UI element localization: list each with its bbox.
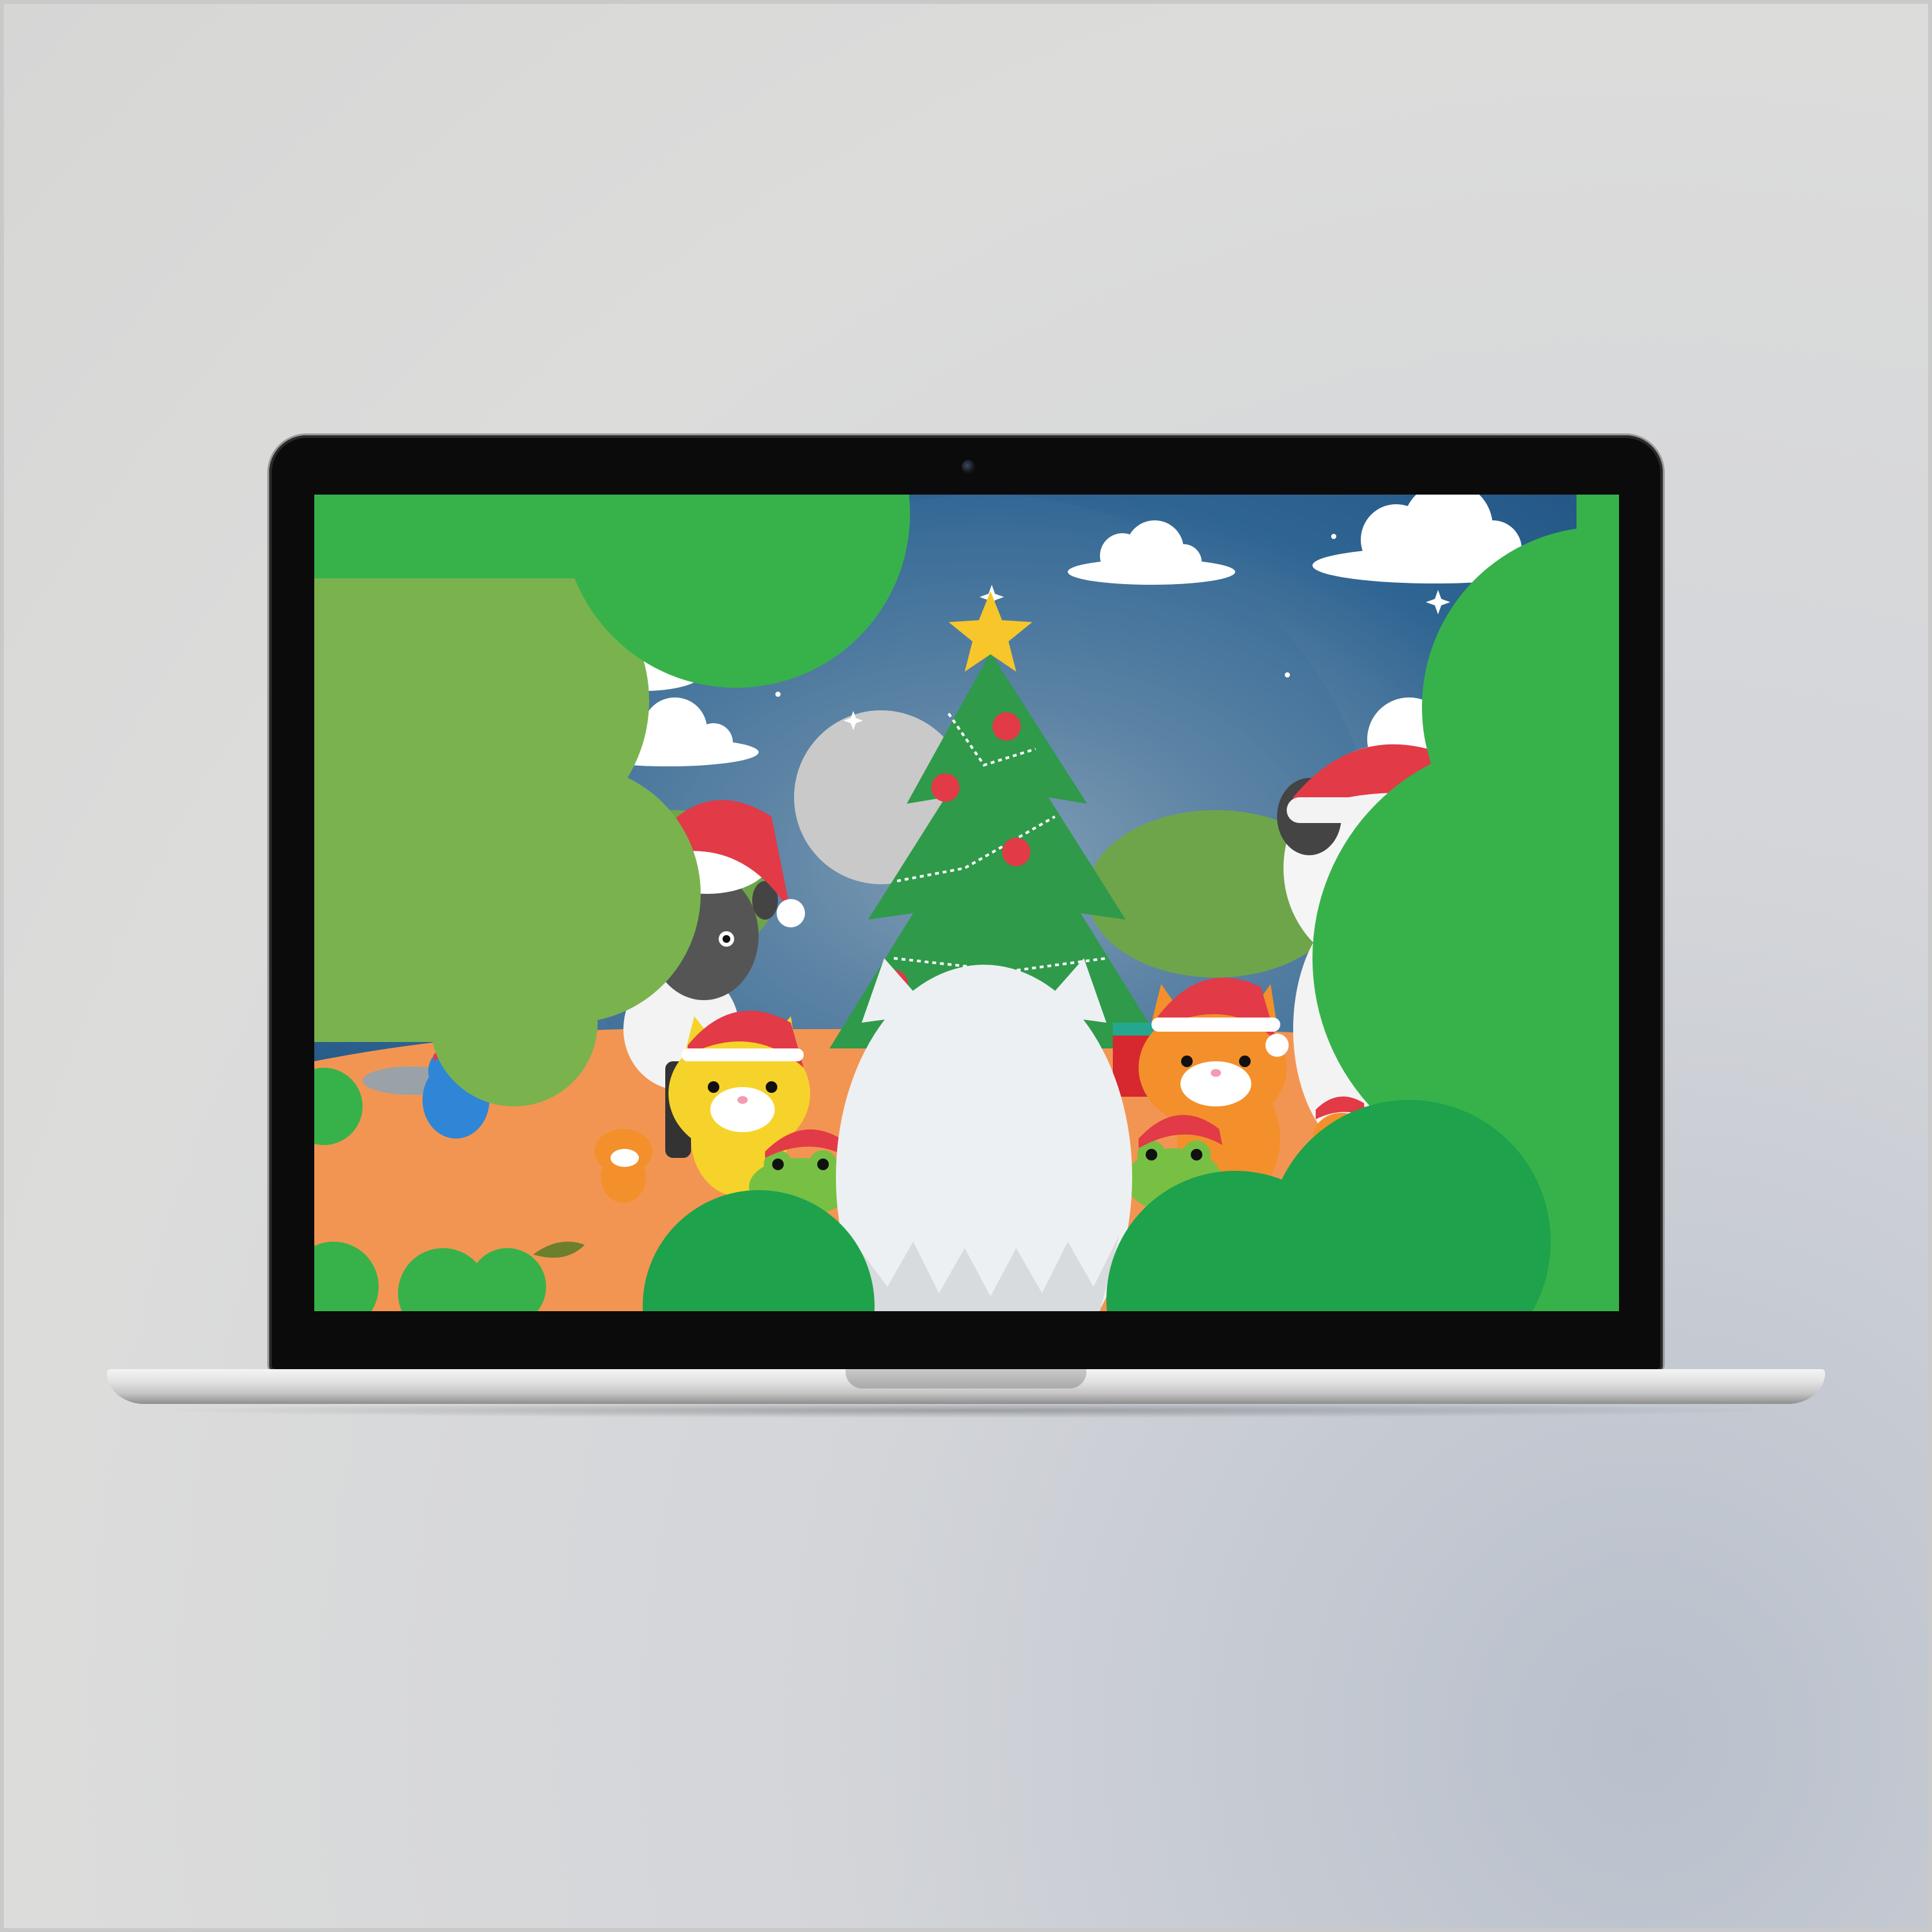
- bush-bottom-left: [314, 1242, 546, 1311]
- ornament: [992, 712, 1021, 741]
- sparkle-icon: [1331, 534, 1336, 539]
- sparkle-icon: [775, 692, 781, 697]
- scene-illustration: [314, 495, 1619, 1311]
- ornament: [931, 773, 960, 802]
- laptop-screen: [314, 495, 1619, 1311]
- sparkle-icon: [1285, 672, 1290, 677]
- ornament: [1002, 838, 1030, 866]
- white-cat-icon: [836, 958, 1132, 1311]
- webcam-icon: [961, 460, 976, 474]
- laptop-notch: [846, 1369, 1086, 1388]
- laptop-shadow: [142, 1403, 1790, 1418]
